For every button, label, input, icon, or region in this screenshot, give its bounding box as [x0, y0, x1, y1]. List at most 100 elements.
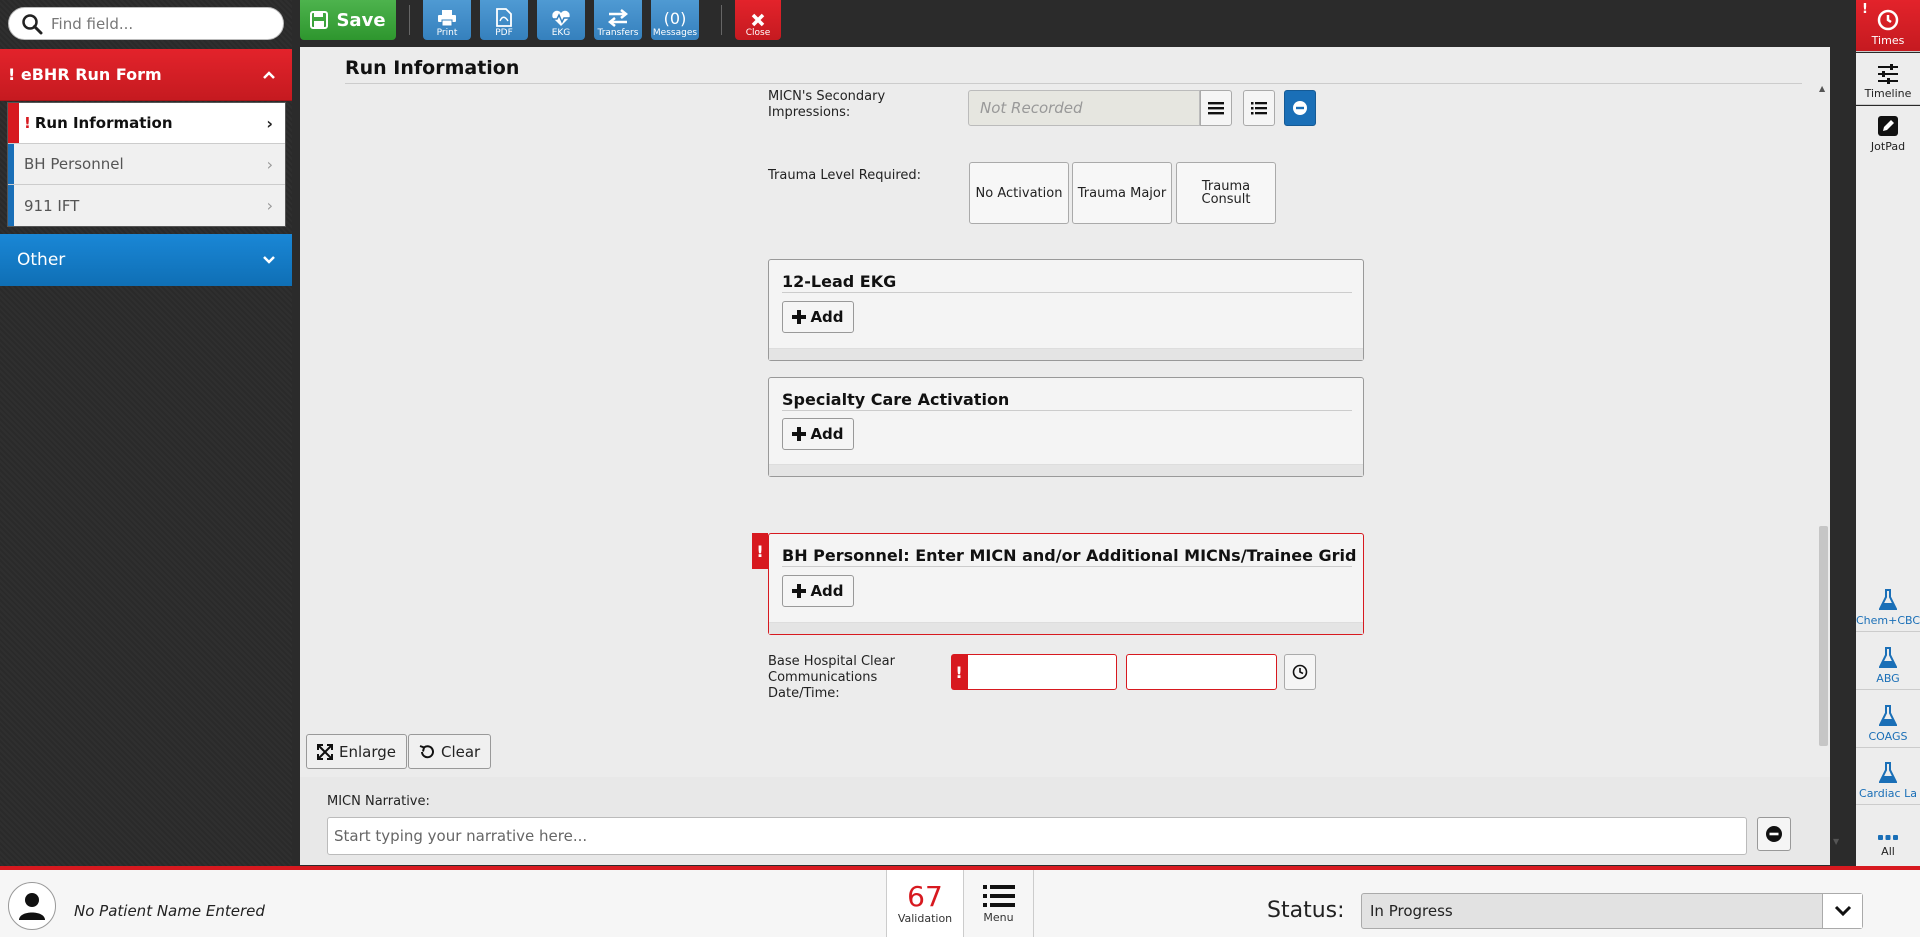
page-title: Run Information — [345, 57, 520, 79]
trauma-option-no-activation[interactable]: No Activation — [969, 162, 1069, 224]
more-dots-icon — [1878, 835, 1898, 840]
list-menu-icon — [982, 884, 1015, 907]
rail-lab-coags[interactable]: COAGS — [1856, 696, 1920, 748]
scroll-up-icon[interactable]: ▲ — [1819, 84, 1825, 93]
top-toolbar: Save Print PDF EKG Transfers (0) Message… — [300, 0, 781, 40]
enlarge-label: Enlarge — [339, 742, 396, 761]
secondary-impressions-field[interactable]: Not Recorded — [968, 90, 1200, 126]
plus-icon — [792, 310, 807, 324]
right-rail: ! Times Timeline JotPad Chem+CBC ABG COA… — [1855, 0, 1920, 866]
toolbar-divider — [721, 5, 722, 35]
chevron-right-icon: › — [266, 113, 273, 133]
panel-bh-personnel: BH Personnel: Enter MICN and/or Addition… — [768, 533, 1364, 635]
pdf-file-icon — [496, 8, 512, 27]
footer-bar: No Patient Name Entered 67 Validation Me… — [0, 866, 1920, 937]
search-box[interactable] — [8, 7, 284, 40]
undo-icon — [419, 744, 434, 758]
title-divider — [345, 83, 1802, 84]
pdf-button[interactable]: PDF — [480, 0, 528, 40]
add-ekg-button[interactable]: Add — [782, 301, 854, 333]
clock-icon — [1292, 664, 1308, 680]
panel-title: 12-Lead EKG — [782, 272, 897, 291]
chevron-down-icon[interactable] — [1822, 894, 1862, 928]
messages-button[interactable]: (0) Messages — [651, 0, 699, 40]
scrollbar-thumb[interactable] — [1819, 526, 1828, 746]
user-icon — [19, 893, 45, 920]
close-icon — [751, 13, 765, 27]
not-recorded-button[interactable] — [1284, 90, 1316, 126]
rail-label: ABG — [1876, 672, 1900, 685]
sidebar-item-911-ift[interactable]: 911 IFT › — [8, 185, 285, 226]
sidebar-item-run-information[interactable]: ! Run Information › — [8, 103, 285, 144]
section-ebhr-run-form[interactable]: ! eBHR Run Form — [0, 49, 292, 101]
chevron-right-icon: › — [266, 154, 273, 174]
rail-label: COAGS — [1868, 730, 1908, 743]
panel-error-flag: ! — [752, 533, 768, 569]
validation-count: 67 — [907, 880, 943, 913]
close-button[interactable]: Close — [735, 0, 781, 40]
rail-lab-abg[interactable]: ABG — [1856, 638, 1920, 690]
transfer-arrows-icon — [607, 9, 629, 27]
rail-label: All — [1881, 845, 1895, 858]
narrative-not-recorded-button[interactable] — [1757, 817, 1791, 851]
messages-label: Messages — [652, 28, 698, 38]
search-icon — [22, 13, 43, 34]
clear-comm-time-input[interactable] — [1126, 654, 1277, 690]
print-button[interactable]: Print — [423, 0, 471, 40]
status-select[interactable]: In Progress — [1361, 893, 1863, 929]
close-label: Close — [745, 28, 771, 38]
menu-button[interactable]: Menu — [964, 870, 1034, 937]
trauma-option-major[interactable]: Trauma Major — [1072, 162, 1172, 224]
status-value: In Progress — [1370, 902, 1453, 920]
transfers-button[interactable]: Transfers — [594, 0, 642, 40]
section-stripe — [8, 185, 14, 226]
scroll-down-icon[interactable]: ▼ — [1833, 837, 1839, 846]
chevron-down-icon — [263, 256, 275, 264]
sliders-icon — [1878, 64, 1898, 84]
minus-circle-icon — [1293, 101, 1307, 115]
trauma-option-consult[interactable]: Trauma Consult — [1176, 162, 1276, 224]
flask-icon — [1879, 705, 1897, 726]
ekg-button[interactable]: EKG — [537, 0, 585, 40]
section-other[interactable]: Other — [0, 234, 292, 286]
rail-all-button[interactable]: All — [1856, 810, 1920, 862]
messages-count: (0) — [663, 9, 687, 28]
panel-footer — [769, 464, 1363, 476]
narrative-label: MICN Narrative: — [327, 794, 430, 809]
add-bh-personnel-button[interactable]: Add — [782, 575, 854, 607]
rail-times-button[interactable]: ! Times — [1856, 0, 1920, 52]
avatar[interactable] — [8, 882, 56, 930]
transfers-label: Transfers — [597, 28, 639, 38]
validation-button[interactable]: 67 Validation — [886, 870, 964, 937]
heartbeat-icon — [552, 10, 570, 26]
list-picker-button[interactable] — [1200, 90, 1232, 126]
sidebar-item-label: BH Personnel — [24, 155, 124, 173]
set-now-time-button[interactable] — [1284, 654, 1316, 690]
flask-icon — [1879, 589, 1897, 610]
bulleted-list-button[interactable] — [1243, 90, 1275, 126]
rail-jotpad-button[interactable]: JotPad — [1856, 106, 1920, 158]
add-specialty-care-button[interactable]: Add — [782, 418, 854, 450]
narrative-input[interactable] — [327, 817, 1747, 855]
flask-icon — [1879, 647, 1897, 668]
form-scrollbar[interactable]: ▲ — [1816, 82, 1830, 772]
rail-lab-chem-cbc[interactable]: Chem+CBC — [1856, 580, 1920, 632]
rail-timeline-button[interactable]: Timeline — [1856, 53, 1920, 105]
clear-button[interactable]: Clear — [408, 734, 492, 769]
plus-icon — [792, 427, 807, 441]
clear-comm-date-input[interactable] — [967, 654, 1117, 690]
trauma-level-label: Trauma Level Required: — [768, 168, 922, 183]
rail-label: Chem+CBC — [1855, 614, 1920, 627]
enlarge-button[interactable]: Enlarge — [306, 734, 407, 769]
ekg-label: EKG — [551, 28, 571, 38]
pencil-square-icon — [1878, 116, 1898, 136]
rail-lab-cardiac[interactable]: Cardiac La — [1856, 753, 1920, 805]
save-button[interactable]: Save — [300, 0, 396, 40]
printer-icon — [438, 10, 456, 27]
print-label: Print — [436, 28, 458, 38]
error-stripe — [8, 103, 19, 143]
sidebar-item-bh-personnel[interactable]: BH Personnel › — [8, 144, 285, 185]
search-input[interactable] — [51, 14, 271, 33]
secondary-impressions-label: MICN's Secondary Impressions: — [768, 89, 886, 120]
clock-icon — [1877, 9, 1899, 31]
